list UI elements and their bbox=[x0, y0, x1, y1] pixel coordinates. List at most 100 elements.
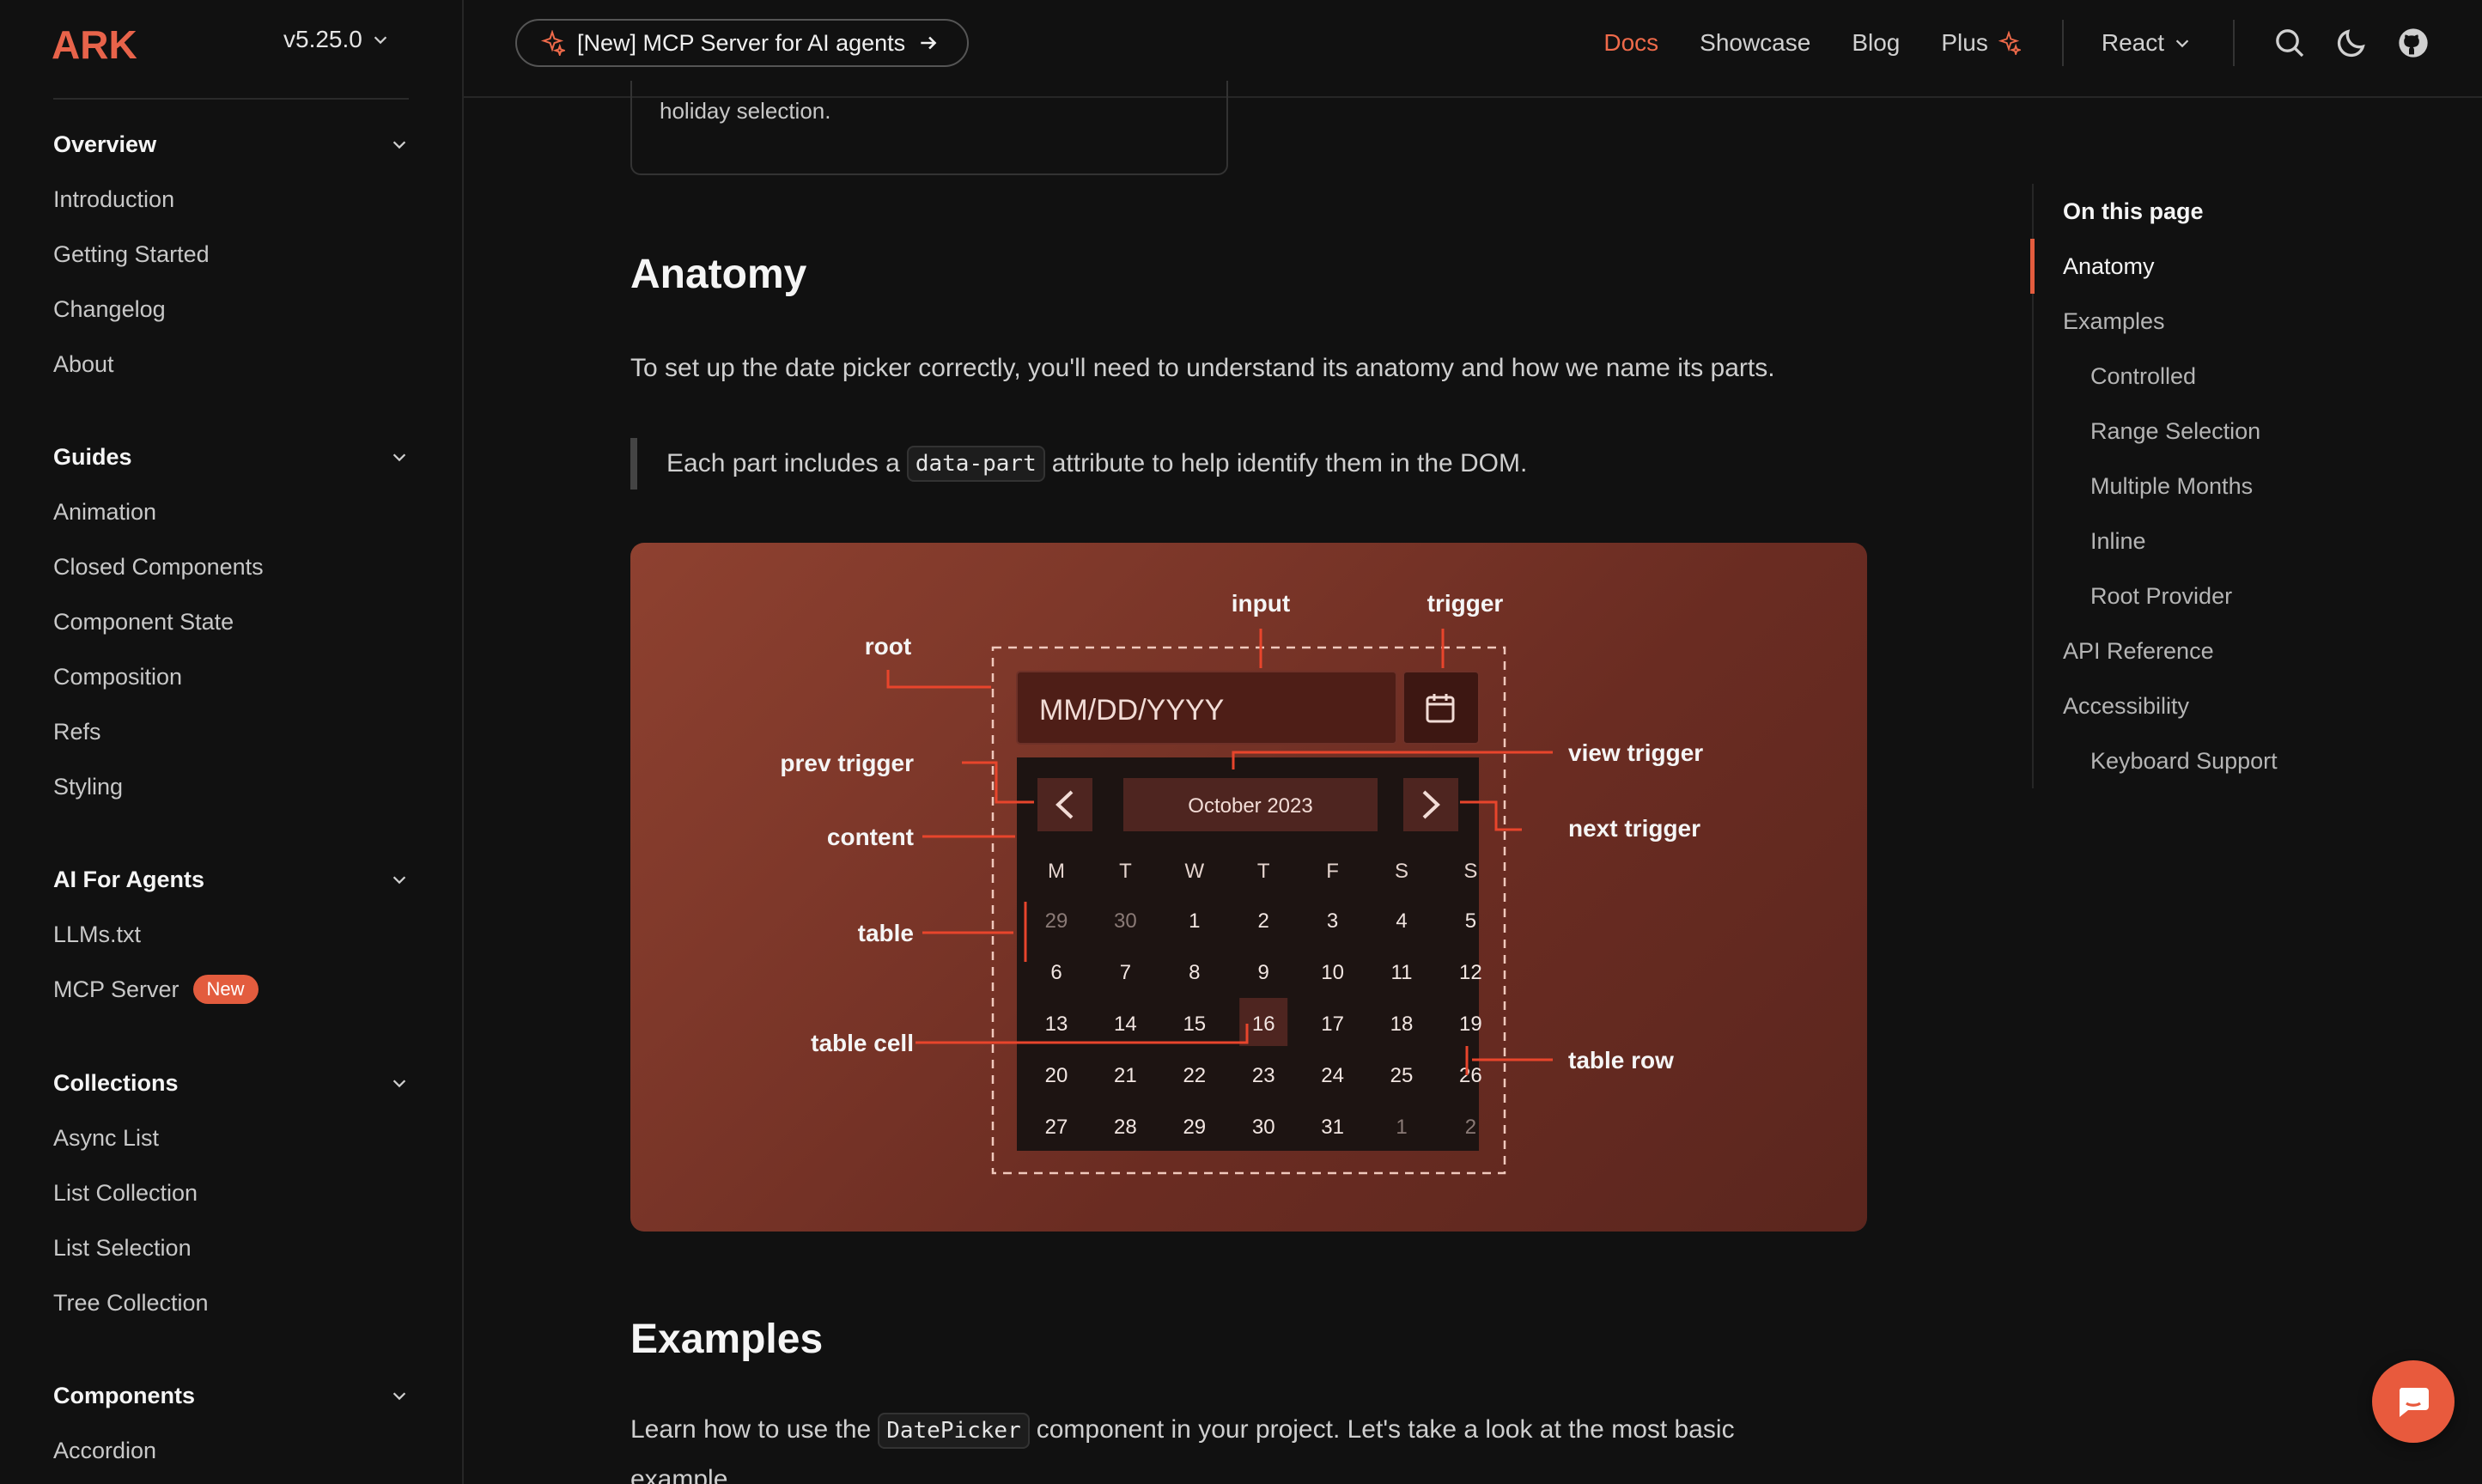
version-select[interactable]: v5.25.0 bbox=[283, 26, 390, 53]
toc-item-keyboard-support[interactable]: Keyboard Support bbox=[2034, 733, 2393, 788]
chat-icon bbox=[2399, 1388, 2429, 1417]
table-cell: 30 bbox=[1252, 1116, 1275, 1139]
table-cell: 14 bbox=[1114, 1013, 1137, 1036]
weekday-header: M bbox=[1048, 860, 1065, 883]
examples-intro: Learn how to use the DatePicker component … bbox=[630, 1413, 1735, 1449]
nav-section-overview: Overview Introduction Getting Started Ch… bbox=[53, 117, 409, 392]
toc-item-inline[interactable]: Inline bbox=[2034, 514, 2393, 569]
label-prev-trigger: prev trigger bbox=[780, 750, 914, 776]
sidebar-item-accordion[interactable]: Accordion bbox=[53, 1423, 409, 1478]
table-cell: 20 bbox=[1045, 1064, 1068, 1087]
chevron-down-icon bbox=[392, 141, 406, 149]
toc-item-controlled[interactable]: Controlled bbox=[2034, 349, 2393, 404]
toc-item-multiple-months[interactable]: Multiple Months bbox=[2034, 459, 2393, 514]
chevron-down-icon bbox=[392, 1080, 406, 1088]
sparkle-icon bbox=[1998, 31, 2021, 55]
label-next-trigger: next trigger bbox=[1568, 815, 1700, 842]
table-cell: 19 bbox=[1459, 1013, 1482, 1036]
table-cell: 9 bbox=[1258, 961, 1269, 984]
moon-icon[interactable] bbox=[2334, 26, 2369, 60]
table-cell: 30 bbox=[1114, 909, 1137, 933]
table-cell: 11 bbox=[1391, 961, 1413, 984]
sidebar-item-introduction[interactable]: Introduction bbox=[53, 172, 409, 227]
toc-item-api-reference[interactable]: API Reference bbox=[2034, 623, 2393, 678]
table-cell: 7 bbox=[1120, 961, 1131, 984]
quote-text-before: Each part includes a bbox=[666, 449, 900, 477]
nav-section-ai: AI For Agents LLMs.txt MCP Server New bbox=[53, 852, 409, 1017]
inline-code: data-part bbox=[906, 446, 1045, 482]
weekday-header: T bbox=[1257, 860, 1270, 883]
nav-section-toggle[interactable]: Components bbox=[53, 1368, 409, 1423]
sidebar-item-list-collection[interactable]: List Collection bbox=[53, 1165, 409, 1220]
ark-logo[interactable]: ARK bbox=[52, 22, 180, 65]
label-table-cell: table cell bbox=[811, 1030, 914, 1056]
sidebar-item-label: MCP Server bbox=[53, 976, 179, 1002]
nav-plus-label: Plus bbox=[1941, 29, 1988, 56]
nav-blog[interactable]: Blog bbox=[1852, 29, 1900, 57]
table-cell: 16 bbox=[1252, 1013, 1275, 1036]
table-cell: 31 bbox=[1321, 1116, 1344, 1139]
toc-item-examples[interactable]: Examples bbox=[2034, 294, 2393, 349]
anatomy-heading: Anatomy bbox=[630, 252, 807, 297]
framework-select[interactable]: React bbox=[2102, 29, 2192, 57]
label-content: content bbox=[827, 824, 914, 850]
toc-item-anatomy[interactable]: Anatomy bbox=[2030, 239, 2393, 294]
label-input: input bbox=[1232, 590, 1290, 617]
diagram-next-trigger bbox=[1403, 778, 1458, 831]
nav-section-toggle[interactable]: Overview bbox=[53, 117, 409, 172]
sidebar-item-async-list[interactable]: Async List bbox=[53, 1110, 409, 1165]
table-cell: 24 bbox=[1321, 1064, 1344, 1087]
anatomy-intro: To set up the date picker correctly, you… bbox=[630, 354, 1775, 382]
sidebar-item-closed-components[interactable]: Closed Components bbox=[53, 539, 409, 594]
chat-button[interactable] bbox=[2372, 1360, 2455, 1443]
search-icon[interactable] bbox=[2272, 26, 2307, 60]
nav-showcase[interactable]: Showcase bbox=[1700, 29, 1810, 57]
callout-text: holiday selection. bbox=[660, 98, 831, 124]
sidebar-item-list-selection[interactable]: List Selection bbox=[53, 1220, 409, 1275]
label-root: root bbox=[865, 633, 911, 660]
sidebar-item-changelog[interactable]: Changelog bbox=[53, 282, 409, 337]
nav-section-toggle[interactable]: AI For Agents bbox=[53, 852, 409, 907]
diagram-trigger bbox=[1402, 671, 1480, 745]
table-cell: 22 bbox=[1183, 1064, 1206, 1087]
sidebar-item-mcp-server[interactable]: MCP Server New bbox=[53, 962, 409, 1017]
framework-label: React bbox=[2101, 29, 2164, 56]
weekday-header: S bbox=[1463, 860, 1477, 883]
nav-docs[interactable]: Docs bbox=[1603, 29, 1658, 57]
nav-section-title: Overview bbox=[53, 131, 157, 157]
toc-item-accessibility[interactable]: Accessibility bbox=[2034, 678, 2393, 733]
table-cell: 6 bbox=[1050, 961, 1062, 984]
sidebar-item-llms-txt[interactable]: LLMs.txt bbox=[53, 907, 409, 962]
sidebar-item-refs[interactable]: Refs bbox=[53, 704, 409, 759]
nav-section-title: Collections bbox=[53, 1069, 179, 1096]
nav-section-components: Components Accordion bbox=[53, 1368, 409, 1478]
sidebar-item-animation[interactable]: Animation bbox=[53, 484, 409, 539]
toc-title: On this page bbox=[2063, 198, 2204, 224]
version-label: v5.25.0 bbox=[283, 26, 362, 52]
nav-section-toggle[interactable]: Guides bbox=[53, 429, 409, 484]
examples-intro-overflow: example bbox=[630, 1465, 728, 1484]
toc-item-range-selection[interactable]: Range Selection bbox=[2034, 404, 2393, 459]
sidebar-item-styling[interactable]: Styling bbox=[53, 759, 409, 814]
diagram-prev-trigger bbox=[1037, 778, 1092, 831]
label-view-trigger: view trigger bbox=[1568, 739, 1703, 766]
toc-item-root-provider[interactable]: Root Provider bbox=[2034, 569, 2393, 623]
top-nav: Docs Showcase Blog Plus React bbox=[1603, 0, 2482, 86]
sidebar-item-about[interactable]: About bbox=[53, 337, 409, 392]
table-cell: 3 bbox=[1327, 909, 1338, 933]
github-icon[interactable] bbox=[2396, 26, 2430, 60]
announcement-label: [New] MCP Server for AI agents bbox=[577, 29, 906, 56]
table-cell: 1 bbox=[1189, 909, 1200, 933]
sidebar-item-component-state[interactable]: Component State bbox=[53, 594, 409, 649]
sidebar-item-getting-started[interactable]: Getting Started bbox=[53, 227, 409, 282]
nav-plus[interactable]: Plus bbox=[1941, 29, 2021, 57]
table-cell: 12 bbox=[1459, 961, 1482, 984]
nav-section-title: Guides bbox=[53, 443, 132, 470]
quote-text-after: attribute to help identify them in the D… bbox=[1051, 449, 1528, 477]
table-cell: 10 bbox=[1321, 961, 1344, 984]
sidebar-item-composition[interactable]: Composition bbox=[53, 649, 409, 704]
table-cell: 27 bbox=[1045, 1116, 1068, 1139]
nav-section-toggle[interactable]: Collections bbox=[53, 1055, 409, 1110]
sidebar-item-tree-collection[interactable]: Tree Collection bbox=[53, 1275, 409, 1330]
announcement-pill[interactable]: [New] MCP Server for AI agents bbox=[515, 19, 970, 67]
